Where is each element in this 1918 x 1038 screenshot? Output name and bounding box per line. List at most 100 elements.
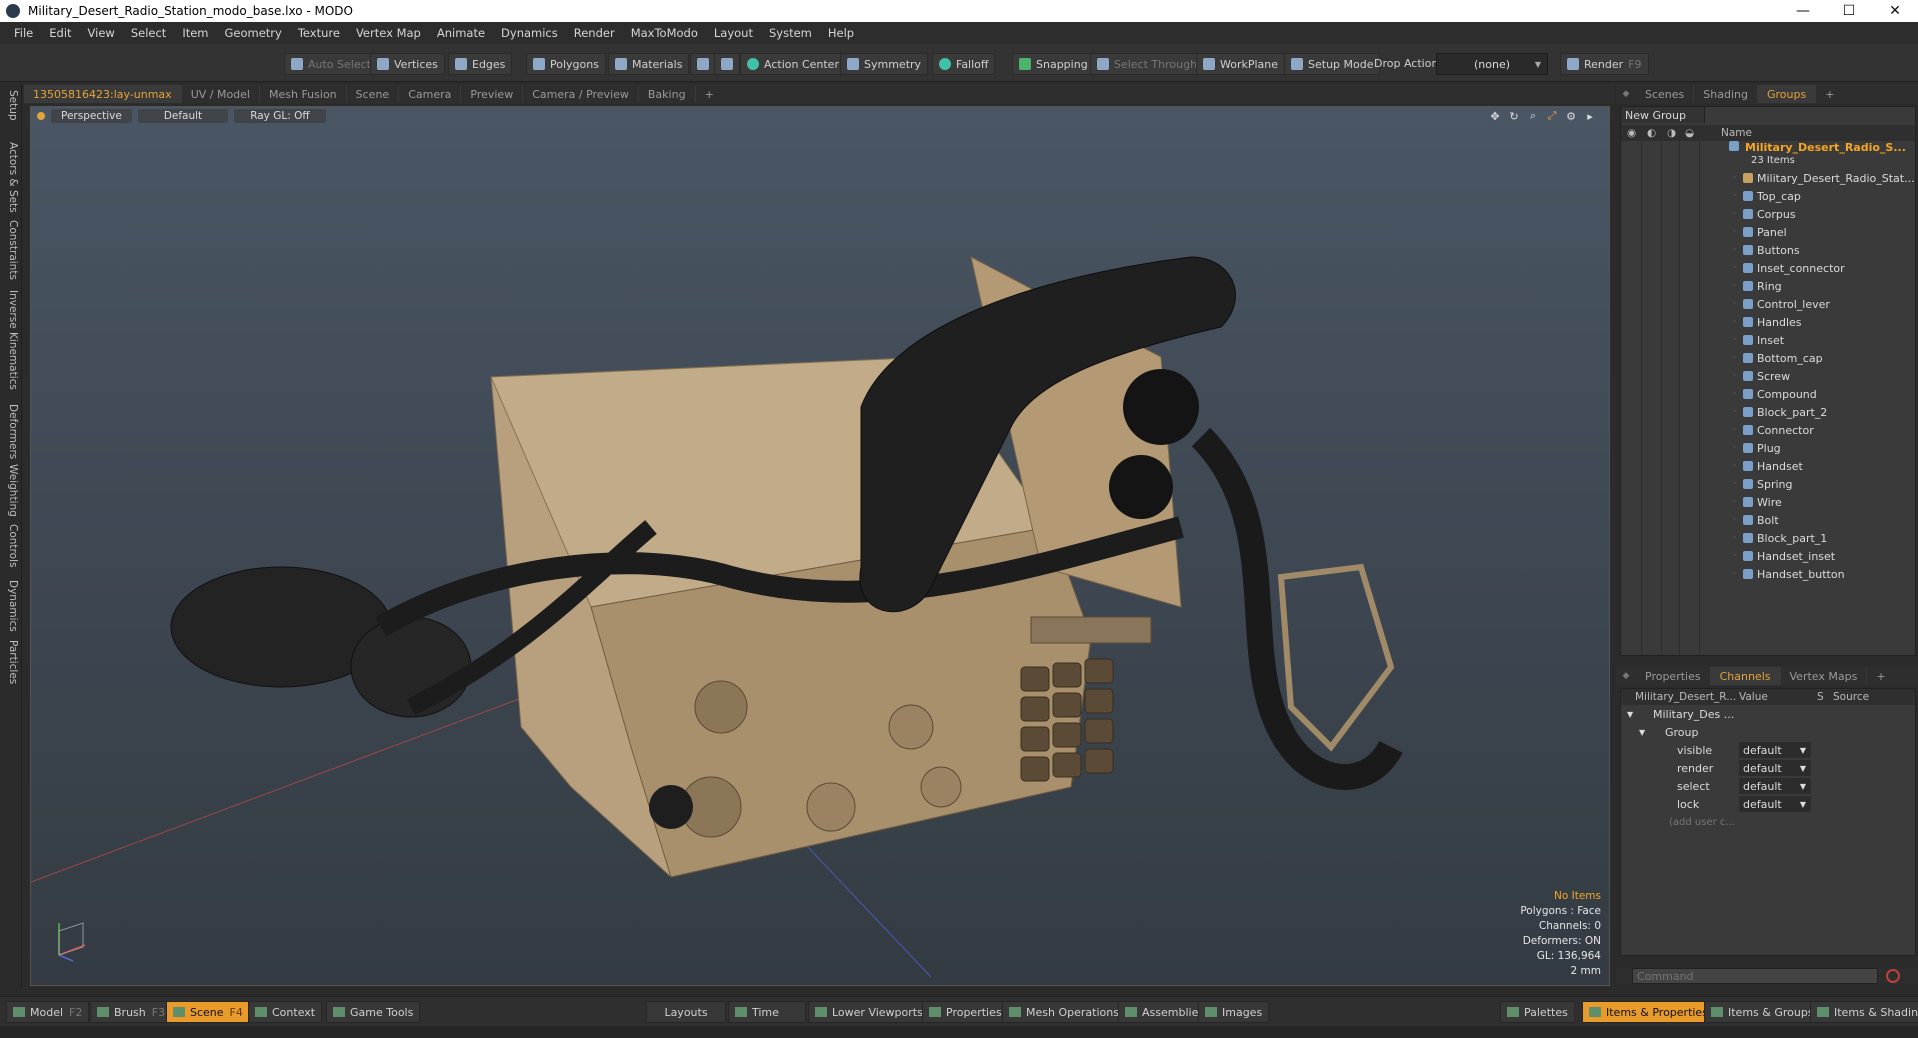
add-panel-tab-button[interactable]: + — [1816, 85, 1843, 103]
group-item-row[interactable]: · Handset — [1621, 457, 1915, 475]
menu-geometry[interactable]: Geometry — [217, 26, 290, 40]
menu-system[interactable]: System — [761, 26, 820, 40]
tab-preview[interactable]: Preview — [461, 85, 524, 103]
tab-properties[interactable]: Properties — [1636, 667, 1711, 685]
channel-row-visible[interactable]: visible default ▼ — [1621, 741, 1915, 759]
command-history-icon[interactable] — [1886, 969, 1900, 983]
menu-render[interactable]: Render — [566, 26, 623, 40]
select-mode-b-button[interactable] — [714, 53, 740, 75]
layouts-button[interactable]: Layouts — [646, 1001, 726, 1023]
channel-root-row[interactable]: ▼ Military_Des ... — [1621, 705, 1915, 723]
group-item-row[interactable]: · Block_part_2 — [1621, 403, 1915, 421]
context-layout-button[interactable]: Context — [248, 1001, 323, 1023]
items-groups-button[interactable]: Items & Groups — [1704, 1001, 1821, 1023]
maximize-button[interactable]: ☐ — [1826, 0, 1872, 22]
menu-layout[interactable]: Layout — [706, 26, 761, 40]
workplane-button[interactable]: WorkPlane — [1196, 53, 1286, 75]
menu-vertex-map[interactable]: Vertex Map — [348, 26, 429, 40]
menu-maxtomodo[interactable]: MaxToModo — [623, 26, 706, 40]
select-through-button[interactable]: Select Through — [1090, 53, 1205, 75]
mesh-operations-button[interactable]: Mesh Operations — [1002, 1001, 1126, 1023]
group-item-row[interactable]: · Bolt — [1621, 511, 1915, 529]
menu-animate[interactable]: Animate — [429, 26, 493, 40]
menu-item[interactable]: Item — [174, 26, 216, 40]
items-properties-button[interactable]: Items & Properties — [1582, 1001, 1715, 1023]
scene-layout-button[interactable]: Scene F4 — [166, 1001, 250, 1023]
group-item-row[interactable]: · Handset_inset — [1621, 547, 1915, 565]
tab-controls[interactable]: Controls — [3, 524, 19, 567]
menu-help[interactable]: Help — [820, 26, 862, 40]
tab-mesh-fusion[interactable]: Mesh Fusion — [260, 85, 347, 103]
snapping-button[interactable]: Snapping — [1012, 53, 1095, 75]
add-user-channel-row[interactable]: (add user c... — [1621, 813, 1915, 831]
tab-deformers[interactable]: Deformers — [3, 404, 19, 459]
polygons-button[interactable]: Polygons — [526, 53, 606, 75]
tab-particles[interactable]: Particles — [3, 640, 19, 684]
tab-scenes[interactable]: Scenes — [1636, 85, 1695, 103]
falloff-button[interactable]: Falloff — [932, 53, 996, 75]
group-item-row[interactable]: · Inset — [1621, 331, 1915, 349]
group-item-row[interactable]: · Panel — [1621, 223, 1915, 241]
tab-constraints[interactable]: Constraints — [3, 220, 19, 280]
group-item-row[interactable]: · Compound — [1621, 385, 1915, 403]
menu-select[interactable]: Select — [123, 26, 174, 40]
tab-inverse-kinematics[interactable]: Inverse Kinematics — [3, 290, 19, 390]
group-item-row[interactable]: · Ring — [1621, 277, 1915, 295]
group-item-row[interactable]: · Military_Desert_Radio_Stat... — [1621, 169, 1915, 187]
group-item-row[interactable]: · Bottom_cap — [1621, 349, 1915, 367]
group-item-row[interactable]: · Wire — [1621, 493, 1915, 511]
palettes-button[interactable]: Palettes — [1500, 1001, 1575, 1023]
tab-weighting[interactable]: Weighting — [3, 464, 19, 517]
tab-vertex-maps[interactable]: Vertex Maps — [1781, 667, 1868, 685]
tab-shading[interactable]: Shading — [1694, 85, 1758, 103]
action-center-button[interactable]: Action Center — [740, 53, 846, 75]
channel-value-visible[interactable]: default ▼ — [1739, 742, 1811, 758]
symmetry-button[interactable]: Symmetry — [840, 53, 929, 75]
menu-view[interactable]: View — [80, 26, 123, 40]
brush-layout-button[interactable]: Brush F3 — [90, 1001, 173, 1023]
channel-value-lock[interactable]: default ▼ — [1739, 796, 1811, 812]
group-item-row[interactable]: · Handset_button — [1621, 565, 1915, 583]
channel-row-select[interactable]: select default ▼ — [1621, 777, 1915, 795]
auto-select-button[interactable]: Auto Select — [284, 53, 378, 75]
group-item-row[interactable]: · Inset_connector — [1621, 259, 1915, 277]
tab-actors-sets[interactable]: Actors & Sets — [3, 142, 19, 213]
expand-triangle-icon[interactable]: ▼ — [1627, 710, 1633, 719]
images-button[interactable]: Images — [1198, 1001, 1270, 1023]
close-button[interactable]: ✕ — [1872, 0, 1918, 22]
drop-action-select[interactable]: (none) ▼ — [1436, 53, 1548, 75]
render-column-icon[interactable]: ◐ — [1647, 127, 1656, 139]
group-item-row[interactable]: · Handles — [1621, 313, 1915, 331]
expand-triangle-icon[interactable]: ▼ — [1639, 728, 1645, 737]
time-button[interactable]: Time — [728, 1001, 806, 1023]
select-mode-a-button[interactable] — [690, 53, 716, 75]
new-group-button[interactable]: New Group — [1621, 107, 1705, 123]
menu-edit[interactable]: Edit — [41, 26, 79, 40]
visibility-column-icon[interactable]: ◉ — [1627, 127, 1636, 139]
properties-button[interactable]: Properties — [922, 1001, 1009, 1023]
tab-camera-preview[interactable]: Camera / Preview — [523, 85, 639, 103]
tab-groups[interactable]: Groups — [1757, 85, 1817, 103]
add-tab-button[interactable]: + — [696, 85, 723, 103]
panel-options-icon[interactable]: ◆ — [1616, 671, 1636, 681]
game-tools-layout-button[interactable]: Game Tools — [326, 1001, 421, 1023]
channel-value-render[interactable]: default ▼ — [1739, 760, 1811, 776]
group-item-row[interactable]: · Corpus — [1621, 205, 1915, 223]
command-input[interactable] — [1632, 968, 1878, 984]
menu-file[interactable]: File — [6, 26, 41, 40]
group-item-row[interactable]: · Spring — [1621, 475, 1915, 493]
group-item-row[interactable]: · Buttons — [1621, 241, 1915, 259]
group-item-row[interactable]: · Control_lever — [1621, 295, 1915, 313]
tab-setup[interactable]: Setup — [3, 90, 19, 121]
group-item-row[interactable]: · Plug — [1621, 439, 1915, 457]
materials-button[interactable]: Materials — [608, 53, 690, 75]
select-column-icon[interactable]: ◒ — [1685, 127, 1694, 139]
channel-value-select[interactable]: default ▼ — [1739, 778, 1811, 794]
minimize-button[interactable]: — — [1780, 0, 1826, 22]
menu-texture[interactable]: Texture — [290, 26, 348, 40]
tab-scene[interactable]: Scene — [347, 85, 400, 103]
group-item-row[interactable]: · Screw — [1621, 367, 1915, 385]
tab-channels[interactable]: Channels — [1710, 667, 1781, 685]
vertices-button[interactable]: Vertices — [370, 53, 445, 75]
tab-baking[interactable]: Baking — [639, 85, 696, 103]
